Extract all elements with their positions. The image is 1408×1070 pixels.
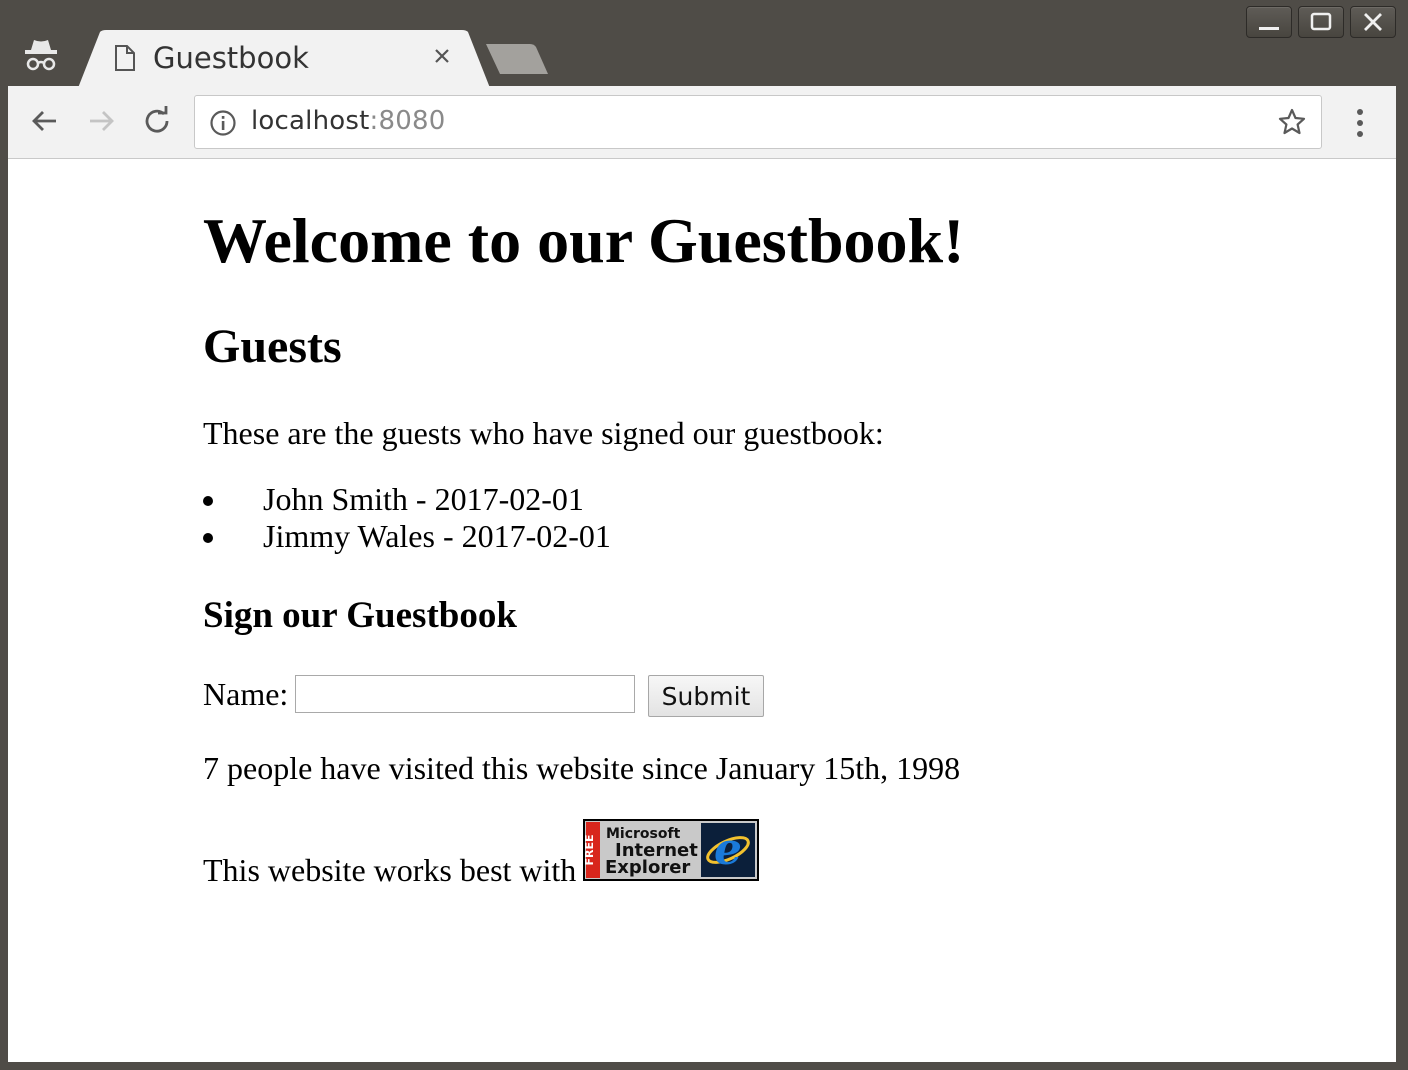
page-content: Welcome to our Guestbook! Guests These a… — [8, 159, 1396, 1062]
bullet — [203, 533, 213, 543]
title-bar: Guestbook — [0, 0, 1408, 88]
close-window-button[interactable] — [1350, 6, 1396, 38]
star-icon[interactable] — [1277, 107, 1307, 137]
reload-icon[interactable] — [140, 104, 174, 138]
tab-guestbook[interactable]: Guestbook — [78, 30, 490, 88]
works-best-text: This website works best with — [203, 852, 577, 888]
window-border — [0, 1062, 1408, 1070]
guests-intro: These are the guests who have signed our… — [203, 415, 884, 451]
new-tab-button[interactable] — [482, 42, 552, 76]
badge-free-text: FREE — [583, 834, 596, 865]
list-item: John Smith - 2017-02-01 — [203, 481, 611, 518]
guest-list: John Smith - 2017-02-01 Jimmy Wales - 20… — [203, 481, 611, 555]
incognito-icon — [25, 40, 57, 71]
tab-title: Guestbook — [153, 41, 309, 75]
kebab-menu-icon[interactable] — [1348, 106, 1372, 140]
visitor-counter: 7 people have visited this website since… — [203, 750, 961, 786]
url-port: :8080 — [369, 106, 446, 136]
list-item: Jimmy Wales - 2017-02-01 — [203, 518, 611, 555]
internet-explorer-badge[interactable]: FREE Microsoft Internet Explorer e — [583, 819, 759, 881]
sign-heading: Sign our Guestbook — [203, 595, 517, 636]
page-title: Welcome to our Guestbook! — [203, 205, 965, 276]
maximize-button[interactable] — [1298, 6, 1344, 38]
svg-text:e: e — [714, 824, 742, 875]
name-input[interactable] — [295, 675, 635, 713]
back-arrow-icon[interactable] — [28, 104, 62, 138]
url-text[interactable]: localhost:8080 — [251, 106, 445, 136]
close-icon[interactable] — [430, 44, 454, 68]
submit-button[interactable]: Submit — [648, 675, 764, 717]
url-host: localhost — [251, 106, 370, 136]
name-label: Name: — [203, 676, 289, 712]
guests-heading: Guests — [203, 320, 342, 373]
address-bar[interactable]: localhost:8080 — [194, 95, 1322, 149]
minimize-button[interactable] — [1246, 6, 1292, 38]
guest-entry: John Smith - 2017-02-01 — [263, 481, 584, 517]
document-icon — [115, 45, 135, 71]
forward-arrow-icon[interactable] — [84, 104, 118, 138]
badge-line-explorer: Explorer — [605, 857, 690, 878]
window-border — [0, 86, 8, 1070]
guest-entry: Jimmy Wales - 2017-02-01 — [263, 518, 611, 554]
window-border — [1396, 86, 1408, 1070]
bullet — [203, 496, 213, 506]
info-icon[interactable] — [209, 109, 237, 137]
browser-toolbar: localhost:8080 — [8, 86, 1396, 159]
